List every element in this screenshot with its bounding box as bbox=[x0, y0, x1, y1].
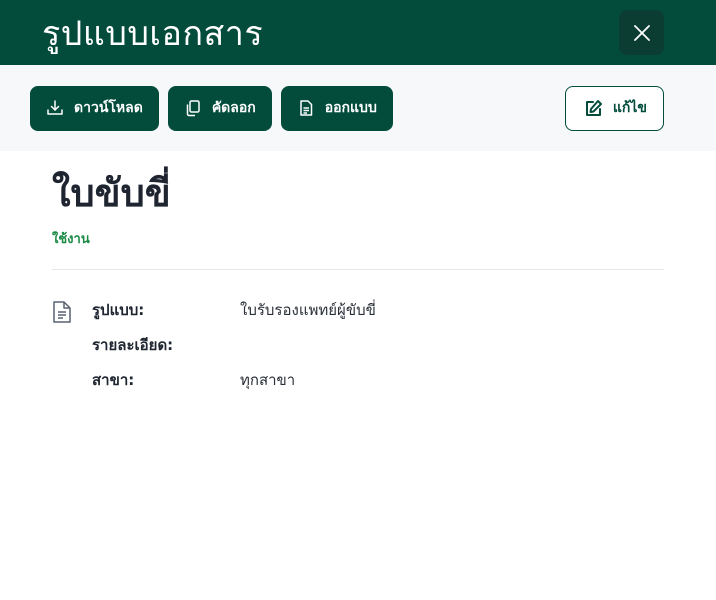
modal-title: รูปแบบเอกสาร bbox=[42, 13, 264, 54]
document-icon bbox=[297, 99, 315, 117]
edit-icon bbox=[584, 99, 603, 118]
file-text-icon bbox=[52, 298, 92, 403]
download-label: ดาวน์โหลด bbox=[74, 99, 143, 115]
design-label: ออกแบบ bbox=[324, 99, 377, 115]
divider bbox=[52, 269, 664, 271]
detail-value: ใบรับรองแพทย์ผู้ขับขี่ bbox=[240, 301, 376, 320]
detail-label: รายละเอียด: bbox=[92, 336, 174, 355]
detail-row-branch: สาขา: ทุกสาขา bbox=[92, 368, 664, 403]
design-button[interactable]: ออกแบบ bbox=[280, 85, 393, 131]
download-icon bbox=[46, 99, 64, 117]
download-button[interactable]: ดาวน์โหลด bbox=[30, 85, 159, 131]
document-title: ใบขับขี่ bbox=[52, 171, 171, 215]
edit-label: แก้ไข bbox=[612, 99, 647, 115]
modal-header: รูปแบบเอกสาร bbox=[0, 0, 716, 65]
details-section: รูปแบบ: ใบรับรองแพทย์ผู้ขับขี่ รายละเอีย… bbox=[52, 298, 664, 403]
copy-label: คัดลอก bbox=[211, 99, 256, 115]
toolbar: ดาวน์โหลด คัดลอก ออกแบบ แก้ไข bbox=[0, 65, 716, 151]
detail-row-description: รายละเอียด: bbox=[92, 333, 664, 368]
document-detail: ใบขับขี่ ใช้งาน รูปแบบ: ใบรับรองแพทย์ผู้… bbox=[0, 151, 716, 403]
copy-icon bbox=[184, 99, 202, 117]
status-badge: ใช้งาน bbox=[52, 232, 90, 248]
detail-label: สาขา: bbox=[92, 371, 135, 390]
copy-button[interactable]: คัดลอก bbox=[167, 85, 272, 131]
edit-button[interactable]: แก้ไข bbox=[564, 85, 664, 131]
detail-row-format: รูปแบบ: ใบรับรองแพทย์ผู้ขับขี่ bbox=[92, 298, 664, 333]
close-button[interactable] bbox=[619, 10, 664, 55]
detail-value: ทุกสาขา bbox=[240, 371, 296, 390]
detail-label: รูปแบบ: bbox=[92, 301, 145, 320]
close-icon bbox=[633, 24, 650, 41]
details-list: รูปแบบ: ใบรับรองแพทย์ผู้ขับขี่ รายละเอีย… bbox=[92, 298, 664, 403]
